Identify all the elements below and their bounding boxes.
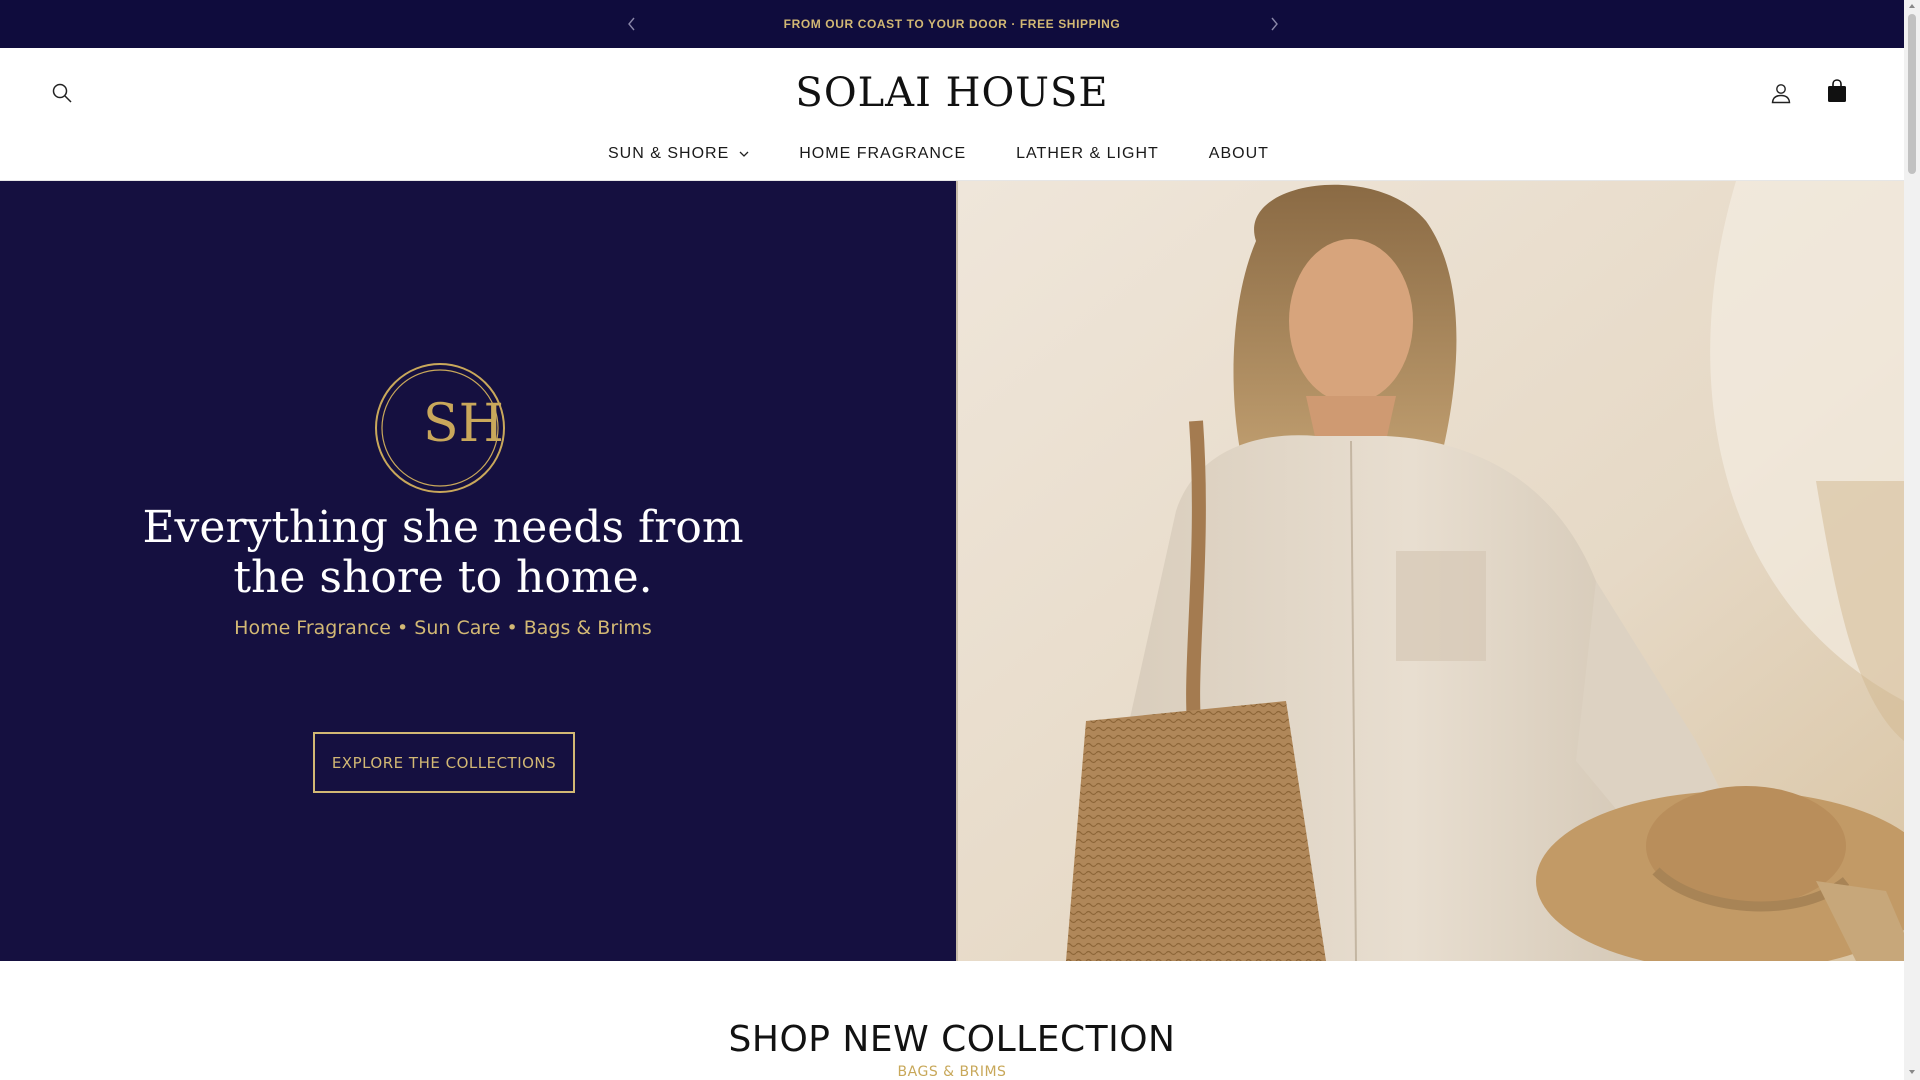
nav-item-label: HOME FRAGRANCE xyxy=(799,145,967,162)
site-header: SOLAI HOUSE SUN & SHORE HOME FRAGRANCE L… xyxy=(0,48,1904,181)
section-subtitle: BAGS & BRIMS xyxy=(897,1064,1007,1080)
hero-title: Everything she needs from the shore to h… xyxy=(142,502,744,603)
section-title: SHOP NEW COLLECTION xyxy=(728,1019,1176,1060)
explore-collections-button[interactable]: EXPLORE THE COLLECTIONS xyxy=(313,732,575,793)
nav-item-lather-light[interactable]: LATHER & LIGHT xyxy=(991,137,1184,171)
main-nav: SUN & SHORE HOME FRAGRANCE LATHER & LIGH… xyxy=(583,137,1294,171)
search-button[interactable] xyxy=(46,77,78,109)
announcement-text[interactable]: FROM OUR COAST TO YOUR DOOR · FREE SHIPP… xyxy=(0,0,1904,48)
hero-text-panel: SH Everything she needs from the shore t… xyxy=(0,181,956,961)
nav-item-sun-shore[interactable]: SUN & SHORE xyxy=(583,137,774,171)
hero-photo-illustration xyxy=(956,181,1904,961)
nav-item-label: ABOUT xyxy=(1208,145,1269,162)
scroll-up-arrow-icon[interactable] xyxy=(1908,2,1916,10)
hero-image xyxy=(956,181,1904,961)
nav-item-home-fragrance[interactable]: HOME FRAGRANCE xyxy=(774,137,991,171)
announcement-next-button[interactable] xyxy=(1262,12,1286,36)
search-icon xyxy=(52,83,72,103)
monogram-logo: SH xyxy=(375,363,505,493)
monogram-text: SH xyxy=(423,394,504,454)
page-scrollbar[interactable] xyxy=(1904,0,1920,1080)
account-icon xyxy=(1771,84,1791,104)
nav-item-about[interactable]: ABOUT xyxy=(1184,137,1294,171)
nav-item-label: LATHER & LIGHT xyxy=(1016,145,1159,162)
hero-banner: SH Everything she needs from the shore t… xyxy=(0,181,1904,961)
shopping-bag-icon xyxy=(1828,79,1846,102)
chevron-right-icon xyxy=(1271,17,1278,31)
nav-item-label: SUN & SHORE xyxy=(608,145,730,162)
scrollbar-thumb[interactable] xyxy=(1908,14,1916,174)
scroll-down-arrow-icon[interactable] xyxy=(1908,1068,1916,1076)
hero-subtitle: Home Fragrance • Sun Care • Bags & Brims xyxy=(234,617,652,639)
cart-button[interactable] xyxy=(1821,74,1853,108)
chevron-down-icon xyxy=(739,151,749,158)
site-logo[interactable]: SOLAI HOUSE xyxy=(752,68,1152,118)
announcement-bar: FROM OUR COAST TO YOUR DOOR · FREE SHIPP… xyxy=(0,0,1904,48)
account-button[interactable] xyxy=(1765,77,1797,109)
